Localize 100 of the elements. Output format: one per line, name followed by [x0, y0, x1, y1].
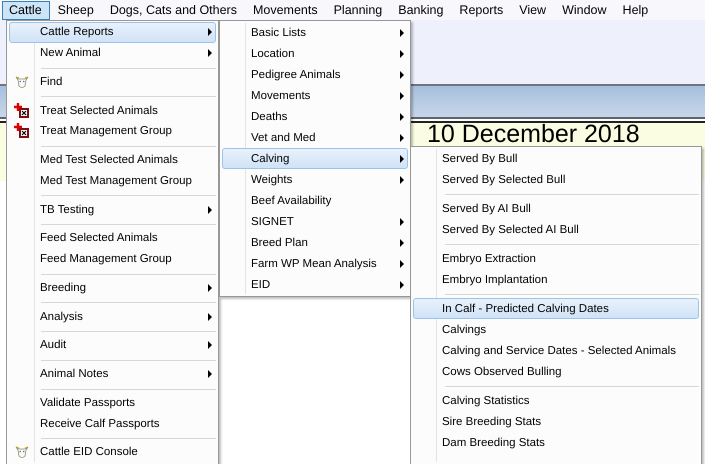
menu-item[interactable]: Breed Plan	[222, 232, 408, 253]
menu-item[interactable]: New Animal	[9, 42, 216, 64]
menu-item[interactable]: Treat Management Group	[9, 121, 216, 142]
menu-bar-item[interactable]: Movements	[246, 0, 326, 20]
menu-item[interactable]: Audit	[9, 335, 216, 356]
menu-item[interactable]: EID	[222, 274, 408, 295]
menu-item[interactable]: Validate Passports	[9, 392, 216, 414]
menu-item-label: Calvings	[441, 324, 488, 336]
menu-item-label: Treat Management Group	[39, 125, 173, 138]
menu-item[interactable]: Embryo Extraction	[413, 248, 699, 269]
menu-bar-item[interactable]: Window	[555, 0, 615, 20]
menu-item[interactable]: TB Testing	[9, 199, 216, 220]
menu-item[interactable]: Analysis	[9, 306, 216, 328]
menu-item-label: Location	[250, 48, 296, 60]
menu-item-label: Cattle EID Console	[39, 446, 139, 458]
menu-item[interactable]: Calvings	[413, 319, 699, 340]
menu-item-label: Served By Bull	[441, 152, 518, 164]
menu-bar-item[interactable]: Reports	[452, 0, 512, 20]
menu-item-label: EID	[250, 278, 272, 290]
menu-item[interactable]: Find	[9, 72, 216, 92]
menu-item-label: Calving	[250, 152, 290, 164]
menu-item-label: Basic Lists	[250, 26, 307, 38]
menu-item-label: Weights	[250, 174, 294, 186]
menu-item[interactable]: Weights	[222, 169, 408, 190]
menu-item[interactable]: Feed Selected Animals	[9, 228, 216, 249]
menu-item-label: Embryo Extraction	[441, 252, 537, 264]
menu-item[interactable]: Served By Selected Bull	[413, 169, 699, 190]
menu-item[interactable]: SIGNET	[222, 211, 408, 232]
menu-item-label: In Calf - Predicted Calving Dates	[441, 302, 610, 314]
menu-item[interactable]: Cattle EID Console	[9, 442, 216, 463]
menu-item[interactable]: Animal Notes	[9, 364, 216, 385]
menu-item-label: Calving and Service Dates - Selected Animals	[441, 344, 677, 356]
menu-item-label: Feed Selected Animals	[39, 232, 159, 244]
menu-item[interactable]: Deaths	[222, 106, 408, 127]
menu-item[interactable]: Beef Availability	[222, 190, 408, 211]
menu-bar-item[interactable]: Cattle	[2, 0, 50, 20]
menu-item-label: Med Test Selected Animals	[39, 154, 179, 166]
menu-item-label: SIGNET	[250, 216, 295, 228]
menu-item[interactable]: Location	[222, 43, 408, 64]
menu-item-label: Breeding	[39, 282, 88, 294]
menu-bar-item[interactable]: Banking	[391, 0, 452, 20]
menu-item-label: Served By Selected AI Bull	[441, 224, 580, 236]
menu-bar-item[interactable]: View	[512, 0, 554, 20]
menu-item[interactable]: Cattle Reports	[9, 22, 216, 43]
menu-item[interactable]: Farm WP Mean Analysis	[222, 253, 408, 274]
menu-item-label: Served By Selected Bull	[441, 174, 566, 186]
menu-item[interactable]: Embryo Implantation	[413, 269, 699, 290]
menu-item-label: Cows Observed Bulling	[441, 366, 563, 378]
menu-item-label: Beef Availability	[250, 194, 332, 206]
menu-item-label: Analysis	[39, 310, 84, 323]
menu-item[interactable]: Sire Breeding Stats	[413, 411, 699, 432]
menu-bar-item[interactable]: Sheep	[50, 0, 102, 20]
menu-item[interactable]: Calving Statistics	[413, 390, 699, 411]
menu-item[interactable]: Med Test Selected Animals	[9, 150, 216, 171]
menu-bar-item[interactable]: Help	[616, 0, 656, 20]
menu-item[interactable]: In Calf - Predicted Calving Dates	[413, 298, 699, 319]
cow-head-icon	[14, 74, 30, 90]
menu-item[interactable]: Served By Bull	[413, 148, 699, 169]
menu-item[interactable]: Basic Lists	[222, 22, 408, 43]
menu-item[interactable]: Calving and Service Dates - Selected Animals	[413, 340, 699, 361]
menu-item[interactable]: Movements	[222, 85, 408, 106]
menu-item-label: Calving Statistics	[441, 394, 531, 406]
menu-item-label: Find	[39, 76, 64, 88]
menu-item[interactable]: Receive Calf Passports	[9, 413, 216, 434]
menu-bar-item[interactable]: Dogs, Cats and Others	[102, 0, 245, 20]
menu-item-label: Farm WP Mean Analysis	[250, 258, 378, 270]
menu-item-label: Med Test Management Group	[39, 174, 193, 187]
menu-item[interactable]: Breeding	[9, 278, 216, 298]
menu-item-label: New Animal	[39, 47, 102, 60]
cow-head-icon	[14, 444, 30, 460]
menu-item-label: Served By AI Bull	[441, 202, 532, 214]
menu-item-label: Sire Breeding Stats	[441, 416, 542, 428]
menu-item-label: Dam Breeding Stats	[441, 436, 546, 448]
date-label: 10 December 2018	[427, 123, 640, 145]
menu-item-label: Animal Notes	[39, 368, 110, 380]
menu-item[interactable]: Dam Breeding Stats	[413, 432, 699, 453]
menu-item[interactable]: Cows Observed Bulling	[413, 361, 699, 382]
menu-item[interactable]: Served By Selected AI Bull	[413, 219, 699, 240]
menu-item[interactable]: Feed Management Group	[9, 248, 216, 270]
menu-item-label: TB Testing	[39, 204, 96, 216]
menu-item-label: Cattle Reports	[39, 26, 115, 38]
menu-item[interactable]: Vet and Med	[222, 127, 408, 148]
menu-item[interactable]: Pedigree Animals	[222, 64, 408, 85]
menu-item-label: Movements	[250, 90, 312, 102]
menu-item-label: Validate Passports	[39, 396, 136, 409]
menu-bar-item[interactable]: Planning	[326, 0, 390, 20]
medical-box-icon	[14, 123, 30, 140]
menu-item-label: Receive Calf Passports	[39, 418, 161, 430]
menu-item[interactable]: Served By AI Bull	[413, 198, 699, 219]
menu-item[interactable]: Calving	[222, 148, 408, 169]
menu-item[interactable]: Treat Selected Animals	[9, 100, 216, 122]
menu-item-label: Feed Management Group	[39, 253, 173, 266]
menu-item[interactable]: Med Test Management Group	[9, 170, 216, 192]
medical-box-icon	[14, 102, 30, 119]
menu-item-label: Deaths	[250, 110, 288, 122]
menu-item-label: Breed Plan	[250, 236, 309, 248]
menu-item-label: Audit	[39, 339, 68, 352]
menu-item-label: Embryo Implantation	[441, 274, 548, 286]
menu-item-label: Vet and Med	[250, 132, 317, 144]
menu-item-label: Treat Selected Animals	[39, 104, 159, 117]
